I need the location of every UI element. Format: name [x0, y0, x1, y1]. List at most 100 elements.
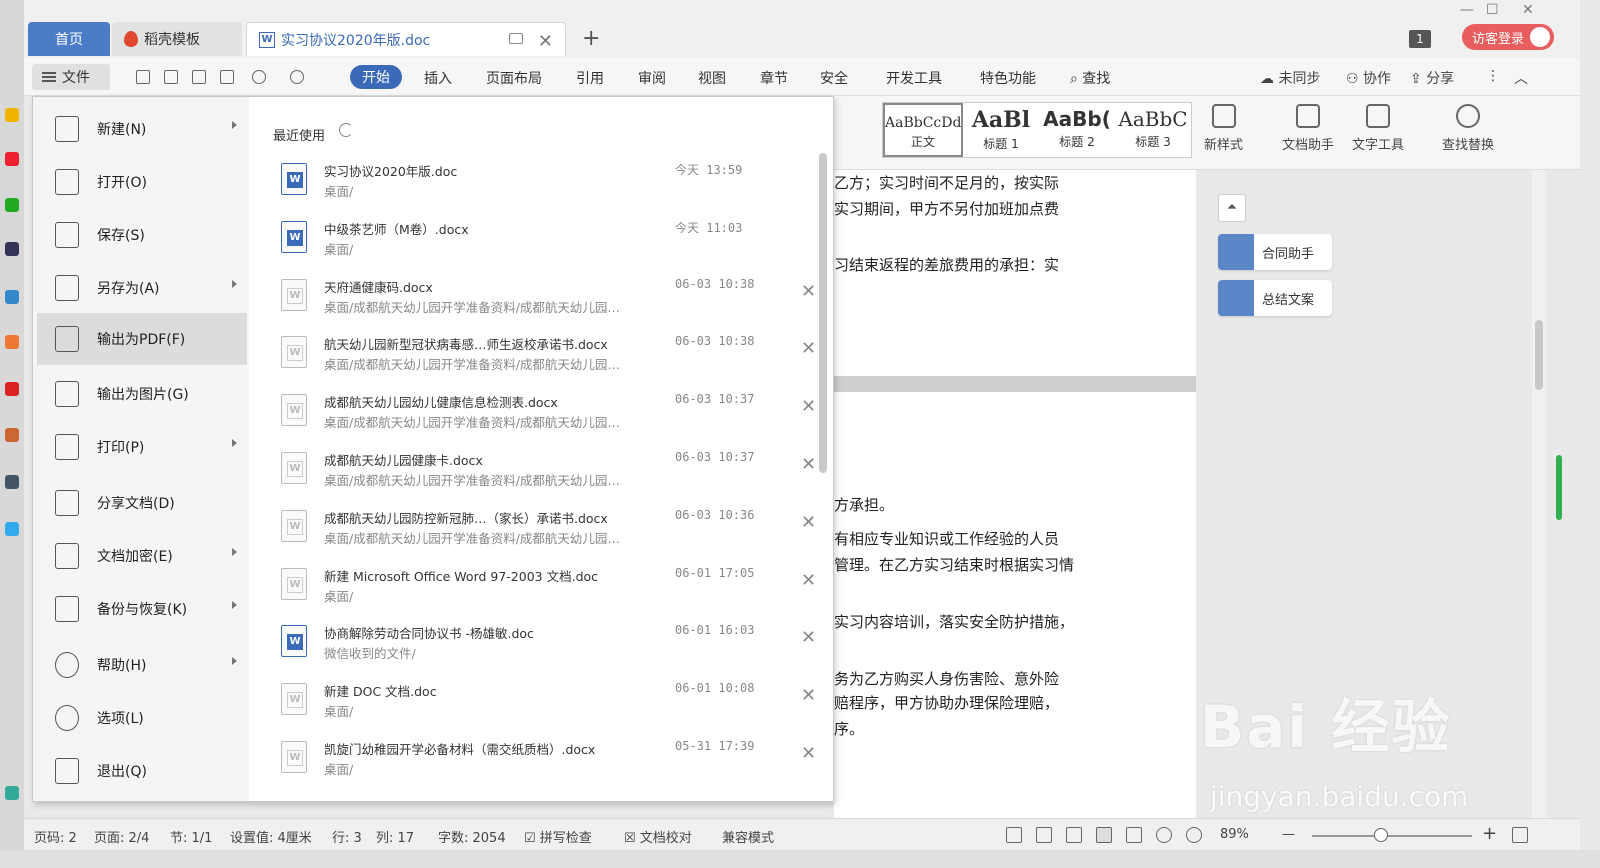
new-tab-button[interactable]: + — [582, 26, 600, 51]
tab-template[interactable]: 稻壳模板 — [112, 22, 242, 56]
remove-recent-icon[interactable]: ✕ — [801, 454, 816, 475]
zoom-slider-handle[interactable] — [1374, 828, 1388, 842]
desktop-icon[interactable] — [5, 786, 19, 800]
format-painter-icon[interactable] — [164, 70, 178, 84]
doc-proof-button[interactable]: ☒ 文档校对 — [624, 827, 692, 846]
menu-new[interactable]: 新建(N) — [37, 103, 247, 155]
remove-recent-icon[interactable]: ✕ — [801, 281, 816, 302]
zoom-slider[interactable] — [1312, 835, 1472, 837]
tab-view[interactable]: 视图 — [698, 68, 726, 88]
menu-save-as[interactable]: 另存为(A) — [37, 262, 247, 314]
zoom-out-button[interactable]: — — [1282, 827, 1295, 842]
tab-references[interactable]: 引用 — [576, 68, 604, 88]
eye-protect-icon[interactable] — [1186, 827, 1202, 843]
web-view-icon[interactable] — [1156, 827, 1172, 843]
tab-page-layout[interactable]: 页面布局 — [486, 68, 542, 88]
recent-file-row[interactable]: 成都航天幼儿园健康卡.docx 桌面/成都航天幼儿园开学准备资料/成都航天幼儿园…… — [273, 442, 833, 500]
recent-file-row[interactable]: 航天幼儿园新型冠状病毒感…师生返校承诺书.docx 桌面/成都航天幼儿园开学准备资… — [273, 326, 833, 384]
style-heading-2[interactable]: AaBb( 标题 2 — [1039, 103, 1115, 157]
pen-icon[interactable] — [1066, 827, 1082, 843]
menu-open[interactable]: 打开(O) — [37, 156, 247, 208]
print-icon[interactable] — [192, 70, 206, 84]
share-button[interactable]: ⇪ 分享 — [1410, 68, 1454, 88]
status-setting[interactable]: 设置值: 4厘米 — [230, 827, 312, 846]
print-preview-icon[interactable] — [220, 70, 234, 84]
remove-recent-icon[interactable]: ✕ — [801, 627, 816, 648]
desktop-icon[interactable] — [5, 242, 19, 256]
tab-review[interactable]: 审阅 — [638, 68, 666, 88]
status-page[interactable]: 页面: 2/4 — [94, 827, 149, 846]
spell-check-button[interactable]: ☑ 拼写检查 — [524, 827, 592, 846]
status-page-code[interactable]: 页码: 2 — [34, 827, 77, 846]
collapse-pane-icon[interactable]: ⏶ — [1218, 194, 1246, 222]
recent-file-row[interactable]: 中级茶艺师（M卷）.docx 桌面/今天 11:03 — [273, 211, 833, 269]
contract-helper-button[interactable]: 合同助手 — [1218, 234, 1332, 270]
tab-section[interactable]: 章节 — [760, 68, 788, 88]
recent-file-row[interactable]: 实习协议2020年版.doc 桌面/今天 13:59 — [273, 153, 833, 211]
status-row[interactable]: 行: 3 — [332, 827, 362, 846]
tab-developer[interactable]: 开发工具 — [886, 68, 942, 88]
reading-mode-icon[interactable] — [1036, 827, 1052, 843]
more-icon[interactable]: ⋮ — [1486, 68, 1500, 84]
text-tools-button[interactable]: 文字工具 — [1352, 104, 1404, 153]
find-replace-button[interactable]: 查找替换 — [1442, 104, 1494, 153]
doc-helper-button[interactable]: 文档助手 — [1282, 104, 1334, 153]
desktop-icon[interactable] — [5, 152, 19, 166]
tab-features[interactable]: 特色功能 — [980, 68, 1036, 88]
tab-insert[interactable]: 插入 — [424, 68, 452, 88]
zoom-in-button[interactable]: + — [1482, 823, 1497, 844]
refresh-icon[interactable] — [339, 123, 353, 137]
recent-file-row[interactable]: 协商解除劳动合同协议书 -杨雄敏.doc 微信收到的文件/06-01 16:03 ✕ — [273, 615, 833, 673]
outline-view-icon[interactable] — [1126, 827, 1142, 843]
remove-recent-icon[interactable]: ✕ — [801, 512, 816, 533]
collapse-ribbon-icon[interactable]: ︿ — [1514, 68, 1528, 88]
desktop-icon[interactable] — [5, 382, 19, 396]
status-section[interactable]: 节: 1/1 — [170, 827, 212, 846]
close-window-button[interactable]: ✕ — [1522, 2, 1534, 18]
desktop-icon[interactable] — [5, 335, 19, 349]
menu-export-image[interactable]: 输出为图片(G) — [37, 368, 247, 420]
remove-recent-icon[interactable]: ✕ — [801, 570, 816, 591]
remove-recent-icon[interactable]: ✕ — [801, 338, 816, 359]
undo-icon[interactable] — [252, 70, 266, 84]
sync-status[interactable]: ☁ 未同步 — [1260, 68, 1320, 88]
summary-copy-button[interactable]: 总结文案 — [1218, 280, 1332, 316]
desktop-icon[interactable] — [5, 522, 19, 536]
style-heading-1[interactable]: AaBl 标题 1 — [963, 103, 1039, 157]
vertical-scrollbar[interactable] — [1532, 170, 1546, 818]
monitor-icon[interactable] — [509, 33, 523, 44]
search-menu[interactable]: ⌕ 查找 — [1070, 68, 1110, 88]
menu-export-pdf[interactable]: 输出为PDF(F) — [37, 313, 247, 365]
redo-icon[interactable] — [290, 70, 304, 84]
tab-document[interactable]: W 实习协议2020年版.doc ✕ — [246, 22, 566, 56]
recent-file-row[interactable]: 成都航天幼儿园幼儿健康信息检测表.docx 桌面/成都航天幼儿园开学准备资料/成都… — [273, 384, 833, 442]
desktop-icon[interactable] — [5, 108, 19, 122]
page-view-icon[interactable] — [1096, 827, 1112, 843]
window-count-badge[interactable]: 1 — [1409, 30, 1431, 48]
style-normal[interactable]: AaBbCcDd 正文 — [883, 103, 963, 157]
menu-exit[interactable]: 退出(Q) — [37, 745, 247, 797]
fit-page-icon[interactable] — [1512, 827, 1528, 843]
maximize-button[interactable]: ☐ — [1486, 2, 1499, 18]
tab-home[interactable]: 首页 — [28, 22, 110, 56]
desktop-icon[interactable] — [5, 198, 19, 212]
recent-file-row[interactable]: 新建 DOC 文档.doc 桌面/06-01 10:08 ✕ — [273, 673, 833, 731]
save-icon[interactable] — [136, 70, 150, 84]
minimize-button[interactable]: — — [1460, 2, 1474, 18]
remove-recent-icon[interactable]: ✕ — [801, 396, 816, 417]
remove-recent-icon[interactable]: ✕ — [801, 743, 816, 764]
menu-options[interactable]: 选项(L) — [37, 692, 247, 744]
close-tab-icon[interactable]: ✕ — [538, 31, 553, 52]
menu-save[interactable]: 保存(S) — [37, 209, 247, 261]
menu-share-doc[interactable]: 分享文档(D) — [37, 477, 247, 529]
scroll-thumb[interactable] — [1535, 320, 1543, 390]
desktop-icon[interactable] — [5, 428, 19, 442]
collaborate-button[interactable]: ⚇ 协作 — [1346, 68, 1391, 88]
menu-print[interactable]: 打印(P) — [37, 421, 247, 473]
recent-file-row[interactable]: 凯旋门幼稚园开学必备材料（需交纸质档）.docx 桌面/05-31 17:39 ✕ — [273, 731, 833, 789]
menu-backup[interactable]: 备份与恢复(K) — [37, 583, 247, 635]
recent-file-row[interactable]: 天府通健康码.docx 桌面/成都航天幼儿园开学准备资料/成都航天幼儿园… 06-0… — [273, 269, 833, 327]
style-heading-3[interactable]: AaBbC 标题 3 — [1115, 103, 1191, 157]
new-style-button[interactable]: 新样式 — [1204, 104, 1243, 153]
remove-recent-icon[interactable]: ✕ — [801, 685, 816, 706]
